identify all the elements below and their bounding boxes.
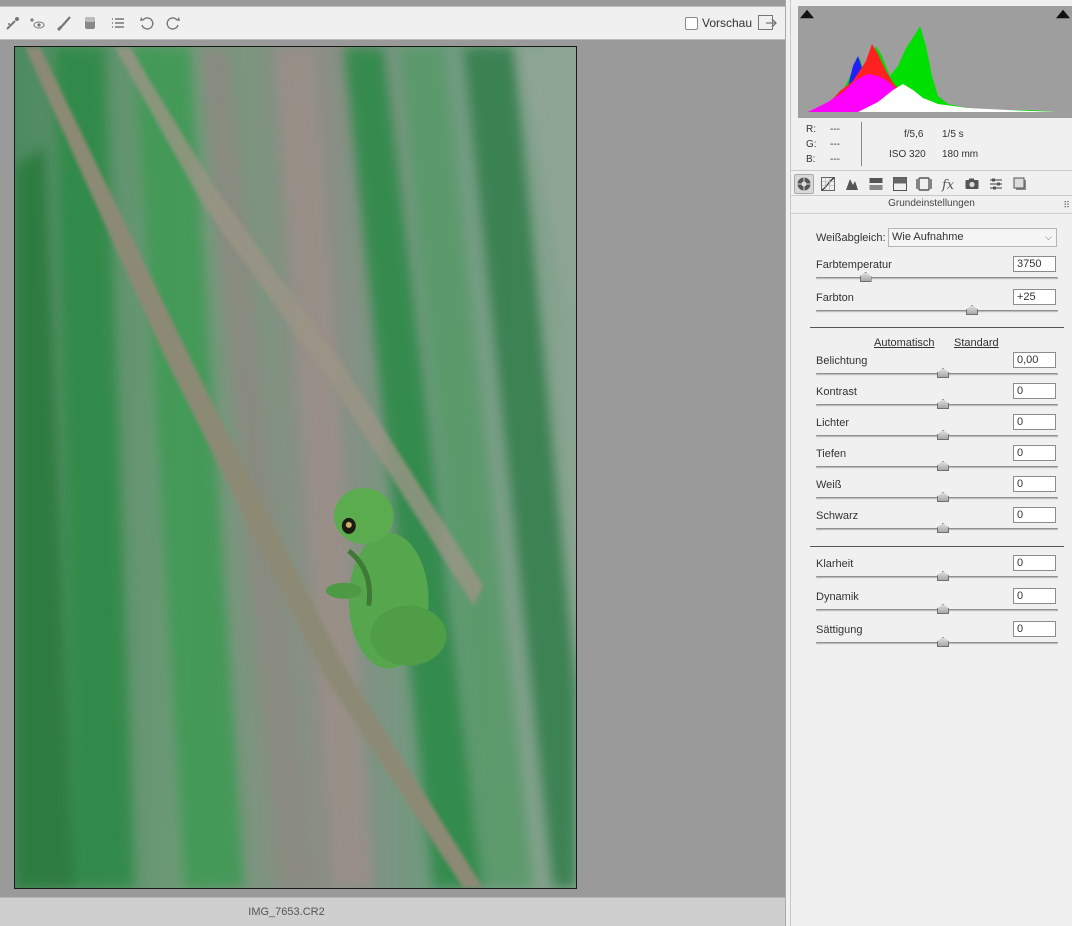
panel-tabs: fx [791,170,1072,196]
status-bar: IMG_7653.CR2 [0,897,785,926]
photo-preview[interactable] [14,46,577,889]
iso-value: ISO 320 [889,149,926,160]
rotate-left-icon[interactable] [138,14,156,32]
basic-icon[interactable] [794,174,814,194]
filename-label: IMG_7653.CR2 [248,906,325,918]
whites-label: Weiß [816,479,842,491]
tint-input[interactable]: +25 [1013,289,1056,305]
g-label: G: [806,139,817,150]
contrast-label: Kontrast [816,386,857,398]
blacks-slider[interactable] [816,528,1058,531]
whites-slider[interactable] [816,497,1058,500]
split-toning-icon[interactable] [890,174,910,194]
image-canvas-area: Vorschau IMG_7653.CR2 [0,0,785,926]
temperature-slider[interactable] [816,277,1058,280]
camera-calibration-icon[interactable] [962,174,982,194]
vibrance-slider[interactable] [816,609,1058,612]
vibrance-input[interactable]: 0 [1013,588,1056,604]
shadows-slider[interactable] [816,466,1058,469]
tone-curve-icon[interactable] [818,174,838,194]
contrast-input[interactable]: 0 [1013,383,1056,399]
frog-photo [15,47,576,888]
clarity-slider[interactable] [816,576,1058,579]
blacks-input[interactable]: 0 [1013,507,1056,523]
panel-menu-icon[interactable]: ⠿ [1063,200,1070,211]
effects-icon[interactable]: fx [938,174,958,194]
preview-label: Vorschau [702,16,753,30]
tint-slider[interactable] [816,310,1058,313]
exif-info: R: --- G: --- B: --- f/5,6 1/5 s ISO 320 18… [791,120,1072,168]
g-value: --- [830,139,840,150]
histogram [798,6,1072,118]
saturation-label: Sättigung [816,624,863,636]
exposure-input[interactable]: 0,00 [1013,352,1056,368]
hsl-icon[interactable] [866,174,886,194]
toolbar: Vorschau [0,6,785,40]
snapshots-icon[interactable] [1010,174,1030,194]
aperture-value: f/5,6 [904,129,924,140]
highlights-input[interactable]: 0 [1013,414,1056,430]
focal-length-value: 180 mm [942,149,979,160]
shutter-value: 1/5 s [942,129,964,140]
clarity-input[interactable]: 0 [1013,555,1056,571]
adjustments-panel: R: --- G: --- B: --- f/5,6 1/5 s ISO 320 18… [791,0,1072,926]
color-sampler-icon[interactable] [4,14,22,32]
highlights-label: Lichter [816,417,850,429]
detail-icon[interactable] [842,174,862,194]
saturation-slider[interactable] [816,642,1058,645]
saturation-input[interactable]: 0 [1013,621,1056,637]
chevron-down-icon: ⌵ [1045,232,1052,242]
highlights-slider[interactable] [816,435,1058,438]
r-value: --- [830,124,840,135]
white-balance-value: Wie Aufnahme [892,231,964,243]
list-icon[interactable] [109,14,127,32]
temperature-input[interactable]: 3750 [1013,256,1056,272]
red-eye-icon[interactable] [28,14,46,32]
blacks-label: Schwarz [816,510,859,522]
section-divider [810,327,1064,328]
rotate-right-icon[interactable] [164,14,182,32]
adjustment-brush-icon[interactable] [55,14,73,32]
exif-divider [861,122,862,166]
section-divider [810,546,1064,547]
b-label: B: [806,154,816,165]
tint-label: Farbton [816,292,854,304]
toggle-fullscreen-icon[interactable] [757,14,777,32]
r-label: R: [806,124,816,135]
preview-toggle[interactable]: Vorschau [685,16,752,30]
exposure-slider[interactable] [816,373,1058,376]
auto-button[interactable]: Automatisch [874,337,935,349]
panel-title: Grundeinstellungen [791,198,1072,214]
shadows-label: Tiefen [816,448,847,460]
clarity-label: Klarheit [816,558,854,570]
exposure-label: Belichtung [816,355,868,367]
whites-input[interactable]: 0 [1013,476,1056,492]
presets-icon[interactable] [986,174,1006,194]
vibrance-label: Dynamik [816,591,859,603]
temperature-label: Farbtemperatur [816,259,892,271]
lens-icon[interactable] [914,174,934,194]
svg-text:fx: fx [941,178,955,192]
white-balance-label: Weißabgleich: [816,232,886,244]
preview-checkbox[interactable] [685,16,698,30]
white-balance-select[interactable]: Wie Aufnahme ⌵ [888,228,1057,247]
contrast-slider[interactable] [816,404,1058,407]
b-value: --- [830,154,840,165]
graduated-filter-icon[interactable] [81,14,99,32]
shadows-input[interactable]: 0 [1013,445,1056,461]
default-button[interactable]: Standard [954,337,999,349]
